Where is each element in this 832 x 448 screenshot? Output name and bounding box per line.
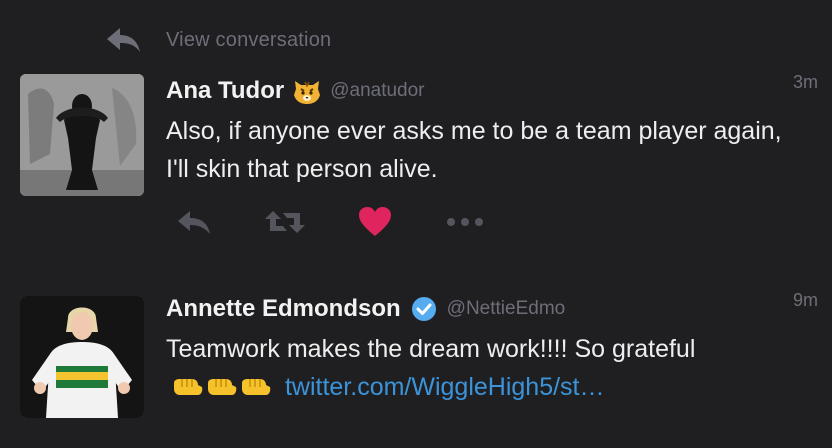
- reply-button[interactable]: [166, 204, 224, 240]
- tweet-anatudor[interactable]: Ana Tudor @anatudor 3m Also, if anyone e…: [0, 66, 832, 266]
- view-conversation-link[interactable]: View conversation: [104, 24, 331, 56]
- verified-badge-icon: [409, 295, 439, 323]
- fist-bump-icon: [174, 379, 203, 396]
- handle[interactable]: @anatudor: [330, 80, 424, 102]
- tweet-actions: [166, 204, 526, 240]
- fist-bump-emojis: [172, 375, 272, 401]
- reply-icon: [176, 208, 214, 236]
- retweet-icon: [263, 207, 307, 237]
- heart-icon: [358, 206, 392, 238]
- view-conversation-label: View conversation: [166, 28, 332, 51]
- timestamp[interactable]: 9m: [793, 290, 818, 311]
- tiger-emoji-icon: [292, 77, 322, 105]
- tweet-text: Teamwork makes the dream work!!!! So gra…: [166, 330, 786, 406]
- retweet-button[interactable]: [256, 204, 314, 240]
- fist-bump-icon: [208, 379, 237, 396]
- avatar[interactable]: [20, 296, 144, 418]
- display-name[interactable]: Annette Edmondson: [166, 295, 401, 323]
- timestamp[interactable]: 3m: [793, 72, 818, 93]
- more-button[interactable]: [436, 204, 494, 240]
- display-name[interactable]: Ana Tudor: [166, 77, 284, 105]
- tweet-nettieedmo[interactable]: Annette Edmondson @NettieEdmo 9m Teamwor…: [0, 284, 832, 448]
- more-icon: [445, 216, 485, 228]
- like-button[interactable]: [346, 204, 404, 240]
- tweet-link[interactable]: twitter.com/WiggleHigh5/st…: [285, 373, 605, 401]
- reply-arrow-icon: [104, 24, 144, 56]
- handle[interactable]: @NettieEdmo: [447, 298, 566, 320]
- tweet-text-body: Teamwork makes the dream work!!!! So gra…: [166, 335, 696, 363]
- fist-bump-icon: [242, 379, 271, 396]
- tweet-text: Also, if anyone ever asks me to be a tea…: [166, 117, 782, 183]
- avatar[interactable]: [20, 74, 144, 196]
